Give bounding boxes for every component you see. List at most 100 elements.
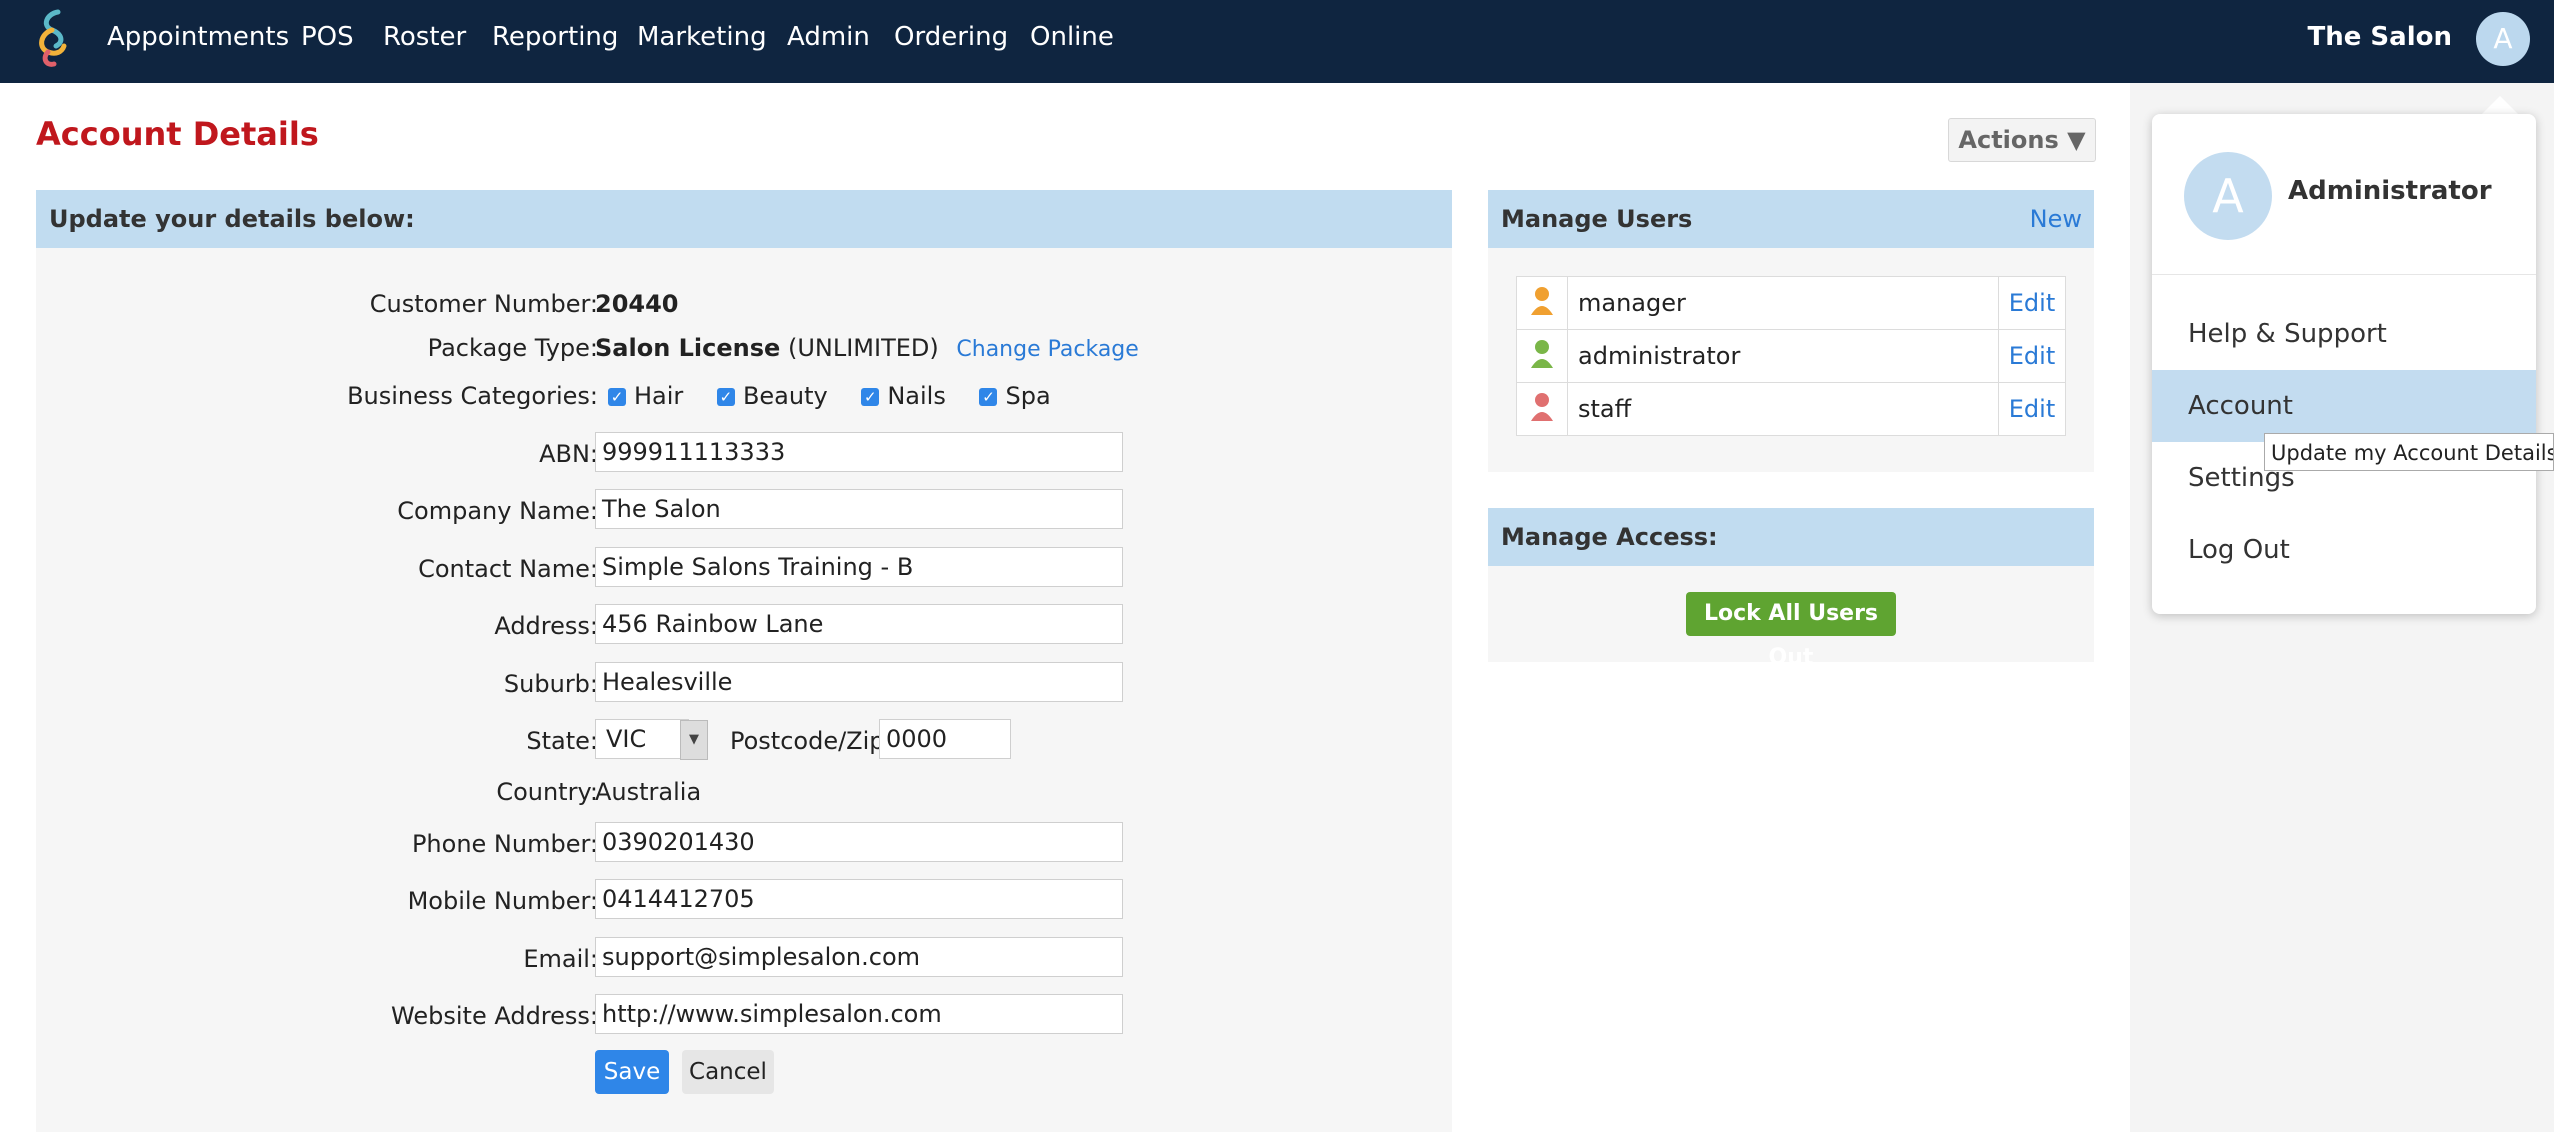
postcode-field[interactable]: 0000 bbox=[879, 719, 1011, 759]
abn-field[interactable]: 999911113333 bbox=[595, 432, 1123, 472]
package-suffix: (UNLIMITED) bbox=[787, 334, 939, 362]
suburb-row: Suburb: Healesville bbox=[36, 662, 1452, 706]
contact-name-label: Contact Name: bbox=[418, 555, 598, 583]
manage-users-title: Manage Users bbox=[1501, 205, 1693, 233]
dropdown-user-name: Administrator bbox=[2288, 176, 2492, 206]
user-staff-icon bbox=[1531, 393, 1553, 421]
user-administrator-icon bbox=[1531, 340, 1553, 368]
user-menu-dropdown: A Administrator Help & Support Account S… bbox=[2152, 114, 2536, 614]
table-row: administrator Edit bbox=[1516, 329, 2066, 383]
state-value: VIC bbox=[606, 725, 647, 753]
business-categories-row: Business Categories: ✓ Hair ✓ Beauty ✓ Nail… bbox=[36, 374, 1452, 418]
menu-item-log-out[interactable]: Log Out bbox=[2152, 514, 2536, 586]
menu-item-help-support[interactable]: Help & Support bbox=[2152, 298, 2536, 370]
nav-ordering[interactable]: Ordering bbox=[894, 22, 1008, 52]
business-categories-label: Business Categories: bbox=[347, 382, 598, 410]
nav-appointments[interactable]: Appointments bbox=[107, 22, 289, 52]
nav-admin[interactable]: Admin bbox=[787, 22, 870, 52]
nav-online[interactable]: Online bbox=[1030, 22, 1114, 52]
country-value: Australia bbox=[595, 778, 702, 806]
menu-item-account[interactable]: Account bbox=[2152, 370, 2536, 442]
nav-pos[interactable]: POS bbox=[301, 22, 354, 52]
phone-field[interactable]: 0390201430 bbox=[595, 822, 1123, 862]
dropdown-arrow bbox=[2480, 96, 2520, 116]
address-field[interactable]: 456 Rainbow Lane bbox=[595, 604, 1123, 644]
edit-user-link[interactable]: Edit bbox=[1998, 329, 2066, 383]
company-name-label: Company Name: bbox=[397, 497, 598, 525]
customer-number-row: Customer Number: 20440 bbox=[36, 282, 1452, 326]
company-name-row: Company Name: The Salon bbox=[36, 489, 1452, 533]
simple-salon-logo-icon[interactable] bbox=[28, 8, 82, 68]
state-label: State: bbox=[526, 727, 598, 755]
actions-dropdown-button[interactable]: Actions ▼ bbox=[1948, 118, 2096, 162]
cancel-button[interactable]: Cancel bbox=[682, 1050, 774, 1094]
category-spa-checkbox[interactable]: ✓ Spa bbox=[979, 382, 1051, 410]
email-field[interactable]: support@simplesalon.com bbox=[595, 937, 1123, 977]
page-title: Account Details bbox=[36, 115, 319, 153]
address-row: Address: 456 Rainbow Lane bbox=[36, 604, 1452, 648]
change-package-link[interactable]: Change Package bbox=[956, 337, 1138, 362]
checkmark-icon: ✓ bbox=[716, 388, 735, 406]
top-nav-bar: Appointments POS Roster Reporting Market… bbox=[0, 0, 2554, 83]
account-details-form: Update your details below: Customer Numb… bbox=[36, 190, 1452, 1132]
users-table: manager Edit administrator Edit staff Ed… bbox=[1516, 276, 2066, 436]
category-nails-checkbox[interactable]: ✓ Nails bbox=[861, 382, 946, 410]
manage-access-panel: Manage Access: Lock All Users Out bbox=[1488, 508, 2094, 670]
nav-roster[interactable]: Roster bbox=[383, 22, 466, 52]
lock-all-users-out-button[interactable]: Lock All Users Out bbox=[1686, 592, 1896, 670]
suburb-label: Suburb: bbox=[503, 670, 598, 698]
country-label: Country: bbox=[496, 778, 598, 806]
new-user-link[interactable]: New bbox=[2030, 190, 2082, 248]
nav-reporting[interactable]: Reporting bbox=[492, 22, 618, 52]
edit-user-link[interactable]: Edit bbox=[1998, 382, 2066, 436]
category-beauty-checkbox[interactable]: ✓ Beauty bbox=[716, 382, 828, 410]
customer-number-label: Customer Number: bbox=[369, 290, 598, 318]
manage-users-panel: Manage Users New manager Edit administra… bbox=[1488, 190, 2094, 472]
dropdown-avatar: A bbox=[2184, 152, 2272, 240]
contact-name-row: Contact Name: Simple Salons Training - B bbox=[36, 547, 1452, 591]
dropdown-divider bbox=[2152, 274, 2536, 275]
mobile-label: Mobile Number: bbox=[407, 887, 598, 915]
abn-row: ABN: 999911113333 bbox=[36, 432, 1452, 476]
save-button[interactable]: Save bbox=[595, 1050, 669, 1094]
category-hair-checkbox[interactable]: ✓ Hair bbox=[608, 382, 683, 410]
suburb-field[interactable]: Healesville bbox=[595, 662, 1123, 702]
category-label: Spa bbox=[1005, 382, 1051, 410]
email-row: Email: support@simplesalon.com bbox=[36, 937, 1452, 981]
mobile-field[interactable]: 0414412705 bbox=[595, 879, 1123, 919]
package-type-label: Package Type: bbox=[427, 334, 598, 362]
table-row: manager Edit bbox=[1516, 276, 2066, 330]
website-row: Website Address: http://www.simplesalon.… bbox=[36, 994, 1452, 1038]
categories-checkboxes: ✓ Hair ✓ Beauty ✓ Nails ✓ Spa bbox=[608, 374, 1051, 418]
website-field[interactable]: http://www.simplesalon.com bbox=[595, 994, 1123, 1034]
category-label: Nails bbox=[887, 382, 946, 410]
phone-row: Phone Number: 0390201430 bbox=[36, 822, 1452, 866]
company-name-field[interactable]: The Salon bbox=[595, 489, 1123, 529]
package-type-row: Package Type: Salon License (UNLIMITED) … bbox=[36, 326, 1452, 370]
state-select[interactable]: VIC bbox=[595, 719, 689, 759]
checkmark-icon: ✓ bbox=[861, 388, 880, 406]
chevron-down-icon[interactable]: ▼ bbox=[680, 720, 708, 760]
website-label: Website Address: bbox=[391, 1002, 598, 1030]
customer-number-value: 20440 bbox=[595, 290, 679, 318]
table-row: staff Edit bbox=[1516, 382, 2066, 436]
user-name: administrator bbox=[1567, 329, 1999, 383]
address-label: Address: bbox=[494, 612, 598, 640]
package-name: Salon License bbox=[595, 334, 781, 362]
checkmark-icon: ✓ bbox=[979, 388, 998, 406]
category-label: Hair bbox=[634, 382, 684, 410]
manage-access-header: Manage Access: bbox=[1488, 508, 2094, 566]
user-avatar[interactable]: A bbox=[2476, 12, 2530, 66]
mobile-row: Mobile Number: 0414412705 bbox=[36, 879, 1452, 923]
user-manager-icon bbox=[1531, 287, 1553, 315]
form-header: Update your details below: bbox=[36, 190, 1452, 248]
nav-marketing[interactable]: Marketing bbox=[637, 22, 767, 52]
user-name: staff bbox=[1567, 382, 1999, 436]
postcode-label: Postcode/Zip: bbox=[730, 727, 893, 755]
contact-name-field[interactable]: Simple Salons Training - B bbox=[595, 547, 1123, 587]
user-name: manager bbox=[1567, 276, 1999, 330]
salon-name[interactable]: The Salon bbox=[2308, 22, 2453, 52]
edit-user-link[interactable]: Edit bbox=[1998, 276, 2066, 330]
package-type-value: Salon License (UNLIMITED) Change Package bbox=[595, 326, 1139, 370]
checkmark-icon: ✓ bbox=[608, 388, 626, 406]
